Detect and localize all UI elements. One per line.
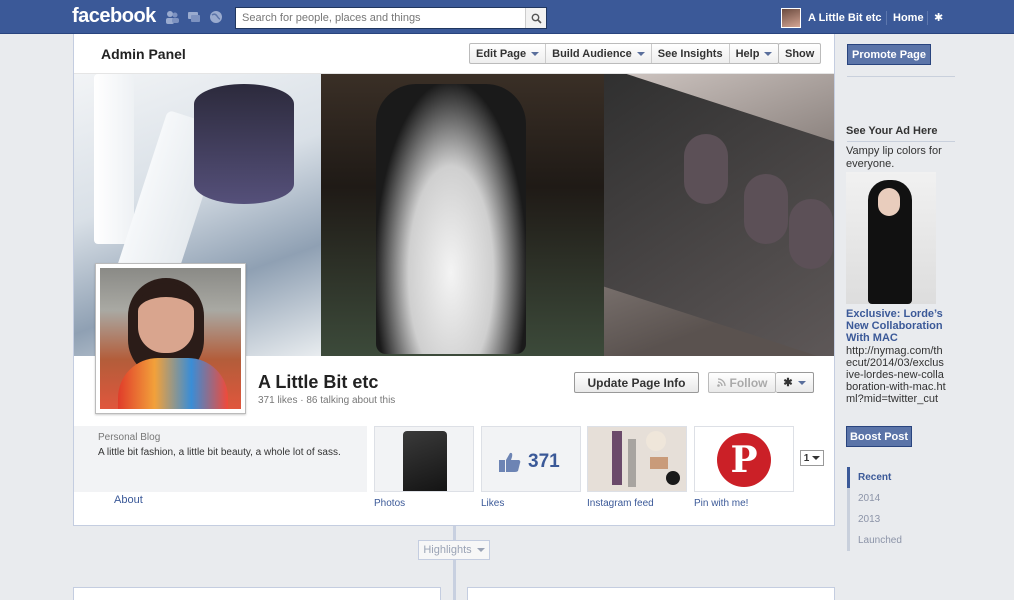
top-bar: facebook A Little Bit etc Home ✱ (0, 0, 1014, 34)
user-name-link[interactable]: A Little Bit etc (808, 12, 882, 24)
ad-title-link[interactable]: Exclusive: Lorde’s New Collaboration Wit… (846, 308, 946, 344)
caret-down-icon (797, 380, 806, 385)
timeline-spine (453, 526, 456, 600)
gear-icon: ✱ (783, 377, 793, 389)
pager-value: 1 (803, 452, 810, 464)
apps-pager-dropdown[interactable]: 1 (800, 450, 824, 466)
profile-picture[interactable] (95, 263, 246, 414)
caret-down-icon (812, 456, 821, 460)
highlights-label: Highlights (423, 544, 472, 556)
cover-jar-shape (194, 84, 294, 204)
home-link[interactable]: Home (893, 12, 924, 24)
help-label: Help (735, 47, 760, 60)
search-input[interactable] (236, 8, 526, 28)
pinterest-icon: P (717, 433, 771, 487)
search-icon (531, 13, 542, 24)
insta-thumb-shape (628, 439, 636, 487)
divider (927, 11, 928, 25)
search-box (235, 7, 547, 29)
notifications-globe-icon[interactable] (209, 10, 223, 24)
caret-down-icon (531, 51, 540, 56)
page-title: A Little Bit etc (258, 372, 379, 392)
app-tile-pinterest[interactable]: P (694, 426, 794, 492)
photos-thumbnail (403, 431, 447, 491)
page-category: Personal Blog (98, 432, 161, 443)
caret-down-icon (764, 51, 773, 56)
likes-count: 371 (528, 451, 560, 472)
caret-down-icon (636, 51, 645, 56)
gear-icon[interactable]: ✱ (934, 11, 943, 24)
see-insights-label: See Insights (657, 47, 723, 60)
year-nav-2014[interactable]: 2014 (847, 488, 902, 509)
thumbs-up-icon (499, 452, 521, 472)
build-audience-label: Build Audience (552, 47, 632, 60)
cover-tube-shape (94, 74, 134, 244)
app-label-instagram[interactable]: Instagram feed (587, 498, 654, 509)
page-stats: 371 likes · 86 talking about this (258, 395, 396, 406)
caret-down-icon (476, 548, 485, 552)
divider (886, 11, 887, 25)
follow-button[interactable]: Follow (708, 372, 776, 393)
year-nav-2013[interactable]: 2013 (847, 509, 902, 530)
boost-post-button[interactable]: Boost Post (846, 426, 912, 447)
facebook-logo[interactable]: facebook (72, 5, 156, 28)
app-label-pinterest[interactable]: Pin with me! (694, 498, 748, 509)
ad-text: Vampy lip colors for everyone. (846, 145, 942, 170)
app-tile-instagram[interactable] (587, 426, 687, 492)
page-description: A little bit fashion, a little bit beaut… (98, 447, 341, 458)
friend-requests-icon[interactable] (165, 10, 179, 24)
update-page-info-button[interactable]: Update Page Info (574, 372, 699, 393)
profile-body-shape (118, 358, 228, 409)
timeline-year-nav: Recent 2014 2013 Launched (847, 467, 902, 551)
admin-button-group: Edit Page Build Audience See Insights He… (469, 43, 780, 64)
ad-url-text[interactable]: http://nymag.com/thecut/2014/03/exclusiv… (846, 345, 946, 405)
insta-thumb-shape (666, 471, 680, 485)
admin-panel-title: Admin Panel (101, 46, 186, 62)
ad-image[interactable] (846, 172, 936, 304)
help-button[interactable]: Help (730, 44, 779, 63)
cover-panel-dress (321, 74, 604, 356)
year-nav-launched[interactable]: Launched (847, 530, 902, 551)
build-audience-button[interactable]: Build Audience (546, 44, 652, 63)
app-tile-likes[interactable]: 371 (481, 426, 581, 492)
about-link[interactable]: About (114, 494, 143, 506)
ad-face-shape (878, 188, 900, 216)
follow-label: Follow (729, 375, 768, 390)
show-button-group: Show (778, 43, 822, 64)
divider (847, 76, 955, 77)
show-button[interactable]: Show (779, 44, 820, 63)
cover-nail-shape (684, 134, 728, 204)
app-tile-photos[interactable] (374, 426, 474, 492)
app-label-photos[interactable]: Photos (374, 498, 405, 509)
see-insights-button[interactable]: See Insights (652, 44, 730, 63)
timeline-story-right (467, 587, 835, 600)
user-avatar[interactable] (781, 8, 801, 28)
rss-icon (716, 378, 726, 387)
admin-panel-bar: Admin Panel Edit Page Build Audience See… (74, 34, 834, 74)
ad-section-heading[interactable]: See Your Ad Here (846, 125, 938, 137)
cover-dress-shape (376, 84, 526, 354)
profile-face-shape (138, 283, 194, 353)
app-label-likes[interactable]: Likes (481, 498, 504, 509)
edit-page-label: Edit Page (476, 47, 527, 60)
timeline-story-left (73, 587, 441, 600)
page-settings-button[interactable]: ✱ (776, 372, 814, 393)
cover-nail-shape (789, 199, 833, 269)
divider (847, 141, 955, 142)
page-column: Admin Panel Edit Page Build Audience See… (73, 34, 835, 526)
highlights-dropdown[interactable]: Highlights (418, 540, 490, 560)
year-nav-recent[interactable]: Recent (847, 467, 902, 488)
search-button[interactable] (525, 8, 546, 28)
promote-page-button[interactable]: Promote Page (847, 44, 931, 65)
insta-thumb-shape (612, 431, 622, 485)
insta-thumb-shape (650, 457, 668, 469)
messages-icon[interactable] (187, 10, 201, 24)
cover-nail-shape (744, 174, 788, 244)
insta-thumb-shape (646, 431, 666, 451)
edit-page-button[interactable]: Edit Page (470, 44, 547, 63)
cover-panel-nails (604, 74, 834, 356)
page-info-box: Personal Blog A little bit fashion, a li… (74, 426, 367, 492)
profile-photo (100, 268, 241, 409)
